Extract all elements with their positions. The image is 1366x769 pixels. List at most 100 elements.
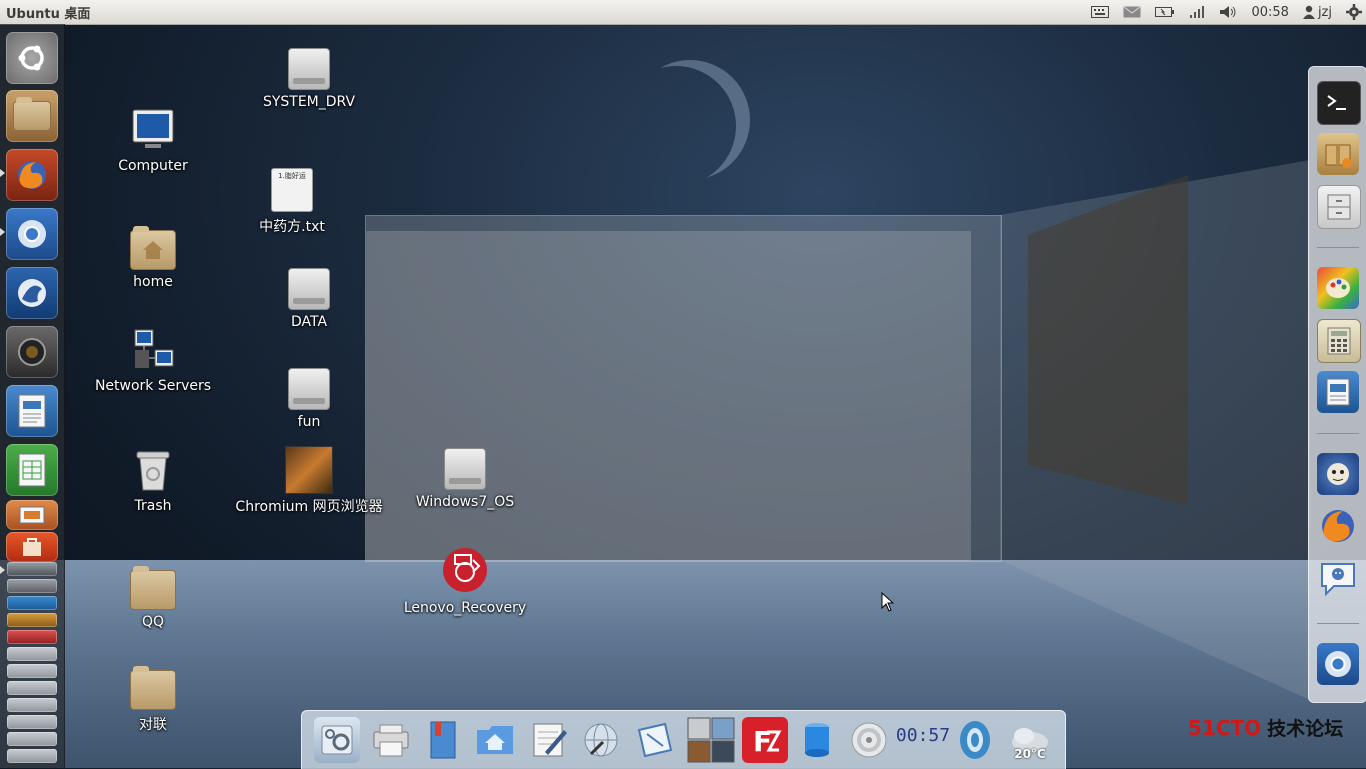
empathy-dock-item[interactable] [1317, 557, 1359, 599]
thunderbird-icon [18, 279, 46, 307]
running-indicator [0, 228, 5, 236]
database-icon [805, 723, 829, 757]
calculator-dock-item[interactable] [1317, 319, 1361, 363]
shopping-bag-icon [23, 538, 41, 556]
user-menu[interactable]: jzj [1302, 5, 1332, 20]
text-file-icon: 1.脂好运 [271, 168, 313, 212]
firefox-dock-item[interactable] [1317, 505, 1359, 547]
launcher-stacked-item[interactable] [7, 732, 57, 746]
dock-separator [1317, 623, 1359, 624]
ubuntu-dash-button[interactable] [6, 32, 58, 84]
chromium-dock-item[interactable] [1317, 643, 1359, 685]
volume-icon[interactable] [1219, 5, 1237, 19]
launcher-stacked-item[interactable] [7, 647, 57, 661]
optical-disc-dock-item[interactable] [846, 717, 892, 763]
desktop-icon-computer[interactable]: Computer [88, 108, 218, 174]
right-dock [1308, 66, 1366, 703]
dock-separator [1317, 433, 1359, 434]
desktop-icon-home[interactable]: home [88, 226, 218, 290]
launcher-stacked-item[interactable] [7, 664, 57, 678]
network-globe-dock-item[interactable] [578, 717, 624, 763]
desktop-icon-label: Trash [134, 498, 172, 514]
archive-dock-item[interactable] [1317, 133, 1359, 175]
writer-dock-item[interactable] [1317, 371, 1359, 413]
launcher-stacked-item[interactable] [7, 596, 57, 610]
calc-launcher-button[interactable] [6, 444, 58, 496]
globe-icon [584, 723, 618, 757]
sketch-pad-icon [637, 722, 673, 758]
running-indicator [0, 169, 5, 177]
terminal-dock-item[interactable] [1317, 81, 1361, 125]
background-window-content [366, 231, 971, 561]
filezilla-dock-item[interactable]: F [742, 717, 788, 763]
settings-dock-item[interactable] [314, 717, 360, 763]
document-icon [1326, 378, 1350, 406]
desktop-icon-label: Network Servers [94, 378, 212, 394]
desktop-icon-data[interactable]: DATA [244, 268, 374, 330]
desktop-icon-text-file[interactable]: 1.脂好运 中药方.txt [227, 168, 357, 236]
firefox-launcher-button[interactable] [6, 149, 58, 201]
impress-launcher-button[interactable] [6, 500, 58, 530]
files-launcher-button[interactable] [6, 90, 58, 142]
ubuntu-logo-icon [18, 45, 44, 71]
desktop-icon-duilian[interactable]: 对联 [88, 666, 218, 734]
launcher-stacked-item[interactable] [7, 579, 57, 593]
paint-dock-item[interactable] [1317, 267, 1359, 309]
filezilla-icon: F [753, 725, 782, 758]
trash-launcher-item[interactable] [7, 749, 57, 763]
software-center-launcher-button[interactable] [6, 532, 58, 562]
database-dock-item[interactable] [794, 717, 840, 763]
running-indicator [0, 566, 5, 574]
folder-icon [13, 97, 51, 131]
clock-label[interactable]: 00:58 [1251, 5, 1288, 20]
home-folder-dock-item[interactable] [472, 717, 518, 763]
desktop-icon-windows7-os[interactable]: Windows7_OS [400, 448, 530, 510]
launcher-stacked-item[interactable] [7, 715, 57, 729]
mail-icon[interactable] [1123, 6, 1141, 18]
desktop-icon-label: SYSTEM_DRV [262, 94, 356, 110]
desktop-icon-fun[interactable]: fun [244, 368, 374, 430]
cd-icon [851, 722, 887, 758]
settings-gears-icon [321, 725, 353, 755]
wallpaper-moon [630, 60, 750, 180]
desktop-icon-chromium[interactable]: Chromium 网页浏览器 [234, 446, 384, 516]
chromium-thumbnail-icon [285, 446, 333, 494]
panel-title: Ubuntu 桌面 [6, 6, 91, 22]
file-cabinet-dock-item[interactable] [1317, 185, 1361, 229]
keyboard-icon[interactable] [1091, 6, 1110, 18]
text-editor-dock-item[interactable] [526, 717, 572, 763]
drawing-dock-item[interactable] [632, 717, 678, 763]
workspace-switcher-dock-item[interactable] [686, 717, 736, 763]
launcher-stacked-item[interactable] [7, 681, 57, 695]
bottom-dock: F 00:57 20°C [301, 710, 1066, 769]
launcher-ring-dock-item[interactable] [952, 717, 998, 763]
desktop-icon-label: 中药方.txt [259, 219, 325, 235]
book-dock-item[interactable] [420, 717, 466, 763]
desktop-icon-network-servers[interactable]: Network Servers [88, 328, 218, 394]
camera-launcher-button[interactable] [6, 326, 58, 378]
chromium-launcher-button[interactable] [6, 208, 58, 260]
launcher-stacked-item[interactable] [7, 698, 57, 712]
launcher-stacked-item[interactable] [7, 562, 57, 576]
desktop-icon-qq[interactable]: QQ [88, 566, 218, 630]
desktop-icon-trash[interactable]: Trash [88, 448, 218, 514]
trash-icon [136, 451, 170, 491]
desktop-icon-system-drv[interactable]: SYSTEM_DRV [244, 48, 374, 110]
desktop-icon-label: Lenovo_Recovery [403, 600, 527, 616]
battery-icon[interactable] [1155, 6, 1175, 18]
launcher-stacked-item[interactable] [7, 630, 57, 644]
pidgin-dock-item[interactable] [1317, 453, 1359, 495]
dock-clock[interactable]: 00:57 [895, 725, 951, 751]
drive-icon [288, 48, 330, 90]
writer-launcher-button[interactable] [6, 385, 58, 437]
gear-icon[interactable] [1346, 4, 1362, 20]
folder-icon [130, 566, 176, 610]
network-signal-icon[interactable] [1189, 5, 1205, 19]
ring-icon [960, 721, 990, 759]
desktop-icon-lenovo-recovery[interactable]: Lenovo_Recovery [400, 546, 530, 616]
launcher-stacked-item[interactable] [7, 613, 57, 627]
thunderbird-launcher-button[interactable] [6, 267, 58, 319]
drive-icon [444, 448, 486, 490]
network-icon [134, 329, 174, 368]
printer-dock-item[interactable] [368, 717, 414, 763]
